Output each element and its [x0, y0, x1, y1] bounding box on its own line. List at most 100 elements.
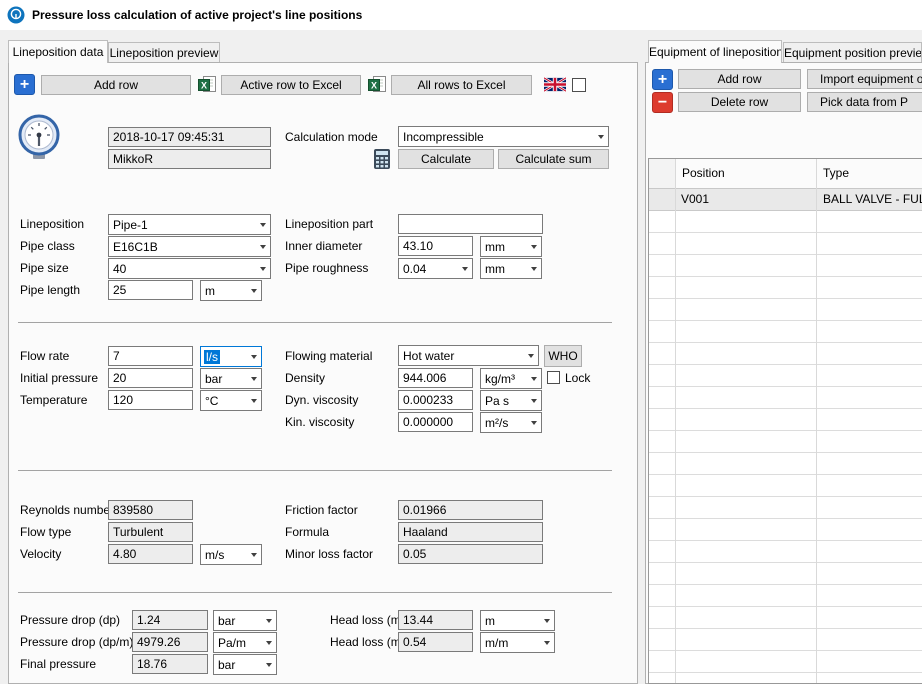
calculate-sum-button[interactable]: Calculate sum: [498, 149, 609, 169]
inner-diameter-input[interactable]: 43.10: [398, 236, 473, 256]
temperature-unit-value: °C: [201, 394, 246, 408]
flowing-material-value: Hot water: [399, 349, 523, 363]
window-title: Pressure loss calculation of active proj…: [32, 0, 362, 30]
inner-diameter-unit-select[interactable]: mm: [480, 236, 542, 257]
final-pressure-unit-select[interactable]: bar: [213, 654, 277, 675]
grid-line: [816, 159, 817, 683]
chevron-down-icon: [593, 127, 608, 146]
language-checkbox[interactable]: [572, 78, 586, 92]
density-input[interactable]: 944.006: [398, 368, 473, 388]
kin-viscosity-input[interactable]: 0.000000: [398, 412, 473, 432]
add-row-button[interactable]: Add row: [41, 75, 191, 95]
head-loss-per-m-unit-select[interactable]: m/m: [480, 632, 555, 653]
chevron-down-icon: [526, 237, 541, 256]
initial-pressure-unit-select[interactable]: bar: [200, 368, 262, 389]
pipe-roughness-label: Pipe roughness: [285, 260, 368, 277]
temperature-unit-select[interactable]: °C: [200, 390, 262, 411]
equipment-position-cell[interactable]: V001: [681, 189, 709, 210]
dyn-viscosity-unit-select[interactable]: Pa s: [480, 390, 542, 411]
pipe-size-select[interactable]: 40: [108, 258, 271, 279]
add-icon[interactable]: +: [14, 74, 35, 95]
timestamp-field: 2018-10-17 09:45:31: [108, 127, 271, 147]
column-header-type[interactable]: Type: [817, 159, 922, 189]
pipe-class-value: E16C1B: [109, 240, 255, 254]
head-loss-per-m-field: 0.54: [398, 632, 473, 652]
pressure-drop-field: 1.24: [132, 610, 208, 630]
lineposition-part-input[interactable]: [398, 214, 543, 234]
pipe-length-label: Pipe length: [20, 282, 80, 299]
active-row-to-excel-button[interactable]: Active row to Excel: [221, 75, 361, 95]
chevron-down-icon: [457, 259, 472, 278]
equipment-add-row-button[interactable]: Add row: [678, 69, 801, 89]
add-icon[interactable]: +: [652, 69, 673, 90]
reynolds-label: Reynolds number: [20, 502, 114, 519]
pipe-roughness-select[interactable]: 0.04: [398, 258, 473, 279]
velocity-field: 4.80: [108, 544, 193, 564]
pipe-length-unit-select[interactable]: m: [200, 280, 262, 301]
pressure-drop-per-m-field: 4979.26: [132, 632, 208, 652]
initial-pressure-input[interactable]: 20: [108, 368, 193, 388]
kin-viscosity-unit-select[interactable]: m²/s: [480, 412, 542, 433]
temperature-label: Temperature: [20, 392, 87, 409]
pressure-drop-label: Pressure drop (dp): [20, 612, 120, 629]
calculator-icon[interactable]: [374, 149, 390, 169]
lineposition-value: Pipe-1: [109, 218, 255, 232]
head-loss-unit-value: m: [481, 614, 539, 628]
equipment-delete-row-button[interactable]: Delete row: [678, 92, 801, 112]
minor-loss-label: Minor loss factor: [285, 546, 373, 563]
chevron-down-icon: [246, 281, 261, 300]
velocity-unit-select[interactable]: m/s: [200, 544, 262, 565]
who-button[interactable]: WHO: [544, 345, 582, 367]
title-bar: Pressure loss calculation of active proj…: [0, 0, 922, 30]
flow-rate-input[interactable]: 7: [108, 346, 193, 366]
density-unit-select[interactable]: kg/m³: [480, 368, 542, 389]
tab-equipment-of-lineposition[interactable]: Equipment of lineposition: [648, 40, 782, 63]
equipment-table: V001 BALL VALVE - FULLY OPEN Position Ty…: [648, 158, 922, 684]
section-divider: [18, 592, 612, 593]
excel-icon: X: [368, 76, 386, 94]
chevron-down-icon: [261, 611, 276, 630]
pick-data-button[interactable]: Pick data from P: [807, 92, 922, 112]
pipe-length-input[interactable]: 25: [108, 280, 193, 300]
pipe-length-unit-value: m: [201, 284, 246, 298]
grid-corner-cell: [649, 159, 675, 189]
flow-rate-unit-select[interactable]: l/s: [200, 346, 262, 367]
pipe-size-label: Pipe size: [20, 260, 69, 277]
chevron-down-icon: [261, 655, 276, 674]
pipe-roughness-value: 0.04: [399, 262, 457, 276]
head-loss-unit-select[interactable]: m: [480, 610, 555, 631]
svg-text:X: X: [371, 80, 377, 90]
calculate-button[interactable]: Calculate: [398, 149, 494, 169]
gauge-icon: [16, 114, 62, 160]
user-field: MikkoR: [108, 149, 271, 169]
pipe-class-select[interactable]: E16C1B: [108, 236, 271, 257]
inner-diameter-label: Inner diameter: [285, 238, 362, 255]
dyn-viscosity-input[interactable]: 0.000233: [398, 390, 473, 410]
pipe-roughness-unit-select[interactable]: mm: [480, 258, 542, 279]
tab-lineposition-data[interactable]: Lineposition data: [8, 40, 108, 63]
flow-type-field: Turbulent: [108, 522, 193, 542]
table-row[interactable]: V001 BALL VALVE - FULLY OPEN: [649, 189, 922, 211]
pipe-roughness-unit-value: mm: [481, 262, 526, 276]
chevron-down-icon: [246, 369, 261, 388]
column-header-position[interactable]: Position: [676, 159, 816, 189]
tab-lineposition-preview[interactable]: Lineposition preview: [108, 42, 220, 63]
flow-rate-unit-value: l/s: [204, 350, 220, 364]
formula-field: Haaland: [398, 522, 543, 542]
flowing-material-select[interactable]: Hot water: [398, 345, 539, 366]
lock-checkbox[interactable]: [547, 371, 560, 384]
delete-icon[interactable]: −: [652, 92, 673, 113]
chevron-down-icon: [246, 391, 261, 410]
tab-equipment-position-preview[interactable]: Equipment position preview: [783, 42, 922, 63]
calculation-mode-select[interactable]: Incompressible: [398, 126, 609, 147]
lineposition-select[interactable]: Pipe-1: [108, 214, 271, 235]
pressure-drop-per-m-unit-select[interactable]: Pa/m: [213, 632, 277, 653]
grid-line: [675, 159, 676, 683]
section-divider: [18, 470, 612, 471]
uk-flag-icon[interactable]: [544, 77, 566, 92]
equipment-type-cell[interactable]: BALL VALVE - FULLY OPEN: [823, 189, 922, 210]
import-equipment-button[interactable]: Import equipment of t: [807, 69, 922, 89]
all-rows-to-excel-button[interactable]: All rows to Excel: [391, 75, 532, 95]
temperature-input[interactable]: 120: [108, 390, 193, 410]
pressure-drop-unit-select[interactable]: bar: [213, 610, 277, 631]
